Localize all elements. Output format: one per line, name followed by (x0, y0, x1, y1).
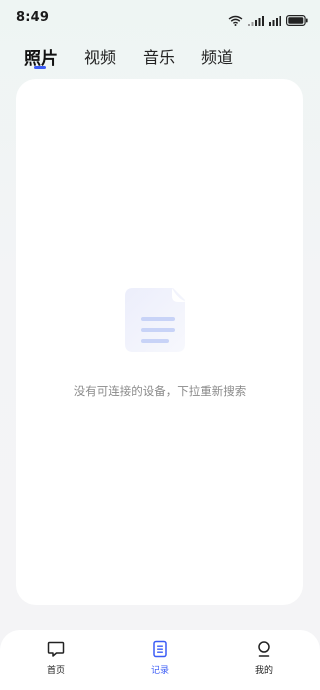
status-time: 8:49 (16, 10, 50, 25)
tab-music[interactable]: 音乐 (143, 44, 175, 68)
empty-state-message: 没有可连接的设备，下拉重新搜索 (73, 384, 247, 398)
user-icon (255, 640, 273, 658)
nav-label-mine: 我的 (254, 666, 273, 676)
document-list-icon (151, 640, 169, 658)
nav-label-home: 首页 (46, 666, 65, 676)
tab-videos[interactable]: 视频 (84, 44, 116, 68)
tab-channels[interactable]: 频道 (201, 44, 233, 68)
status-icons (228, 11, 308, 30)
active-tab-indicator (34, 66, 46, 69)
battery-icon (286, 11, 308, 30)
status-bar: 8:49 (0, 0, 320, 36)
nav-label-records: 记录 (150, 666, 169, 676)
signal-icon (269, 11, 281, 30)
wifi-icon (228, 11, 243, 30)
nav-item-mine[interactable]: 我的 (229, 630, 299, 690)
media-tabs: 照片 视频 音乐 频道 (0, 44, 320, 74)
chat-bubble-icon (47, 640, 65, 658)
bottom-nav: 首页 记录 我的 (0, 630, 320, 690)
nav-item-home[interactable]: 首页 (21, 630, 91, 690)
signal-icon (248, 11, 264, 30)
nav-item-records[interactable]: 记录 (125, 630, 195, 690)
document-icon (125, 288, 191, 352)
